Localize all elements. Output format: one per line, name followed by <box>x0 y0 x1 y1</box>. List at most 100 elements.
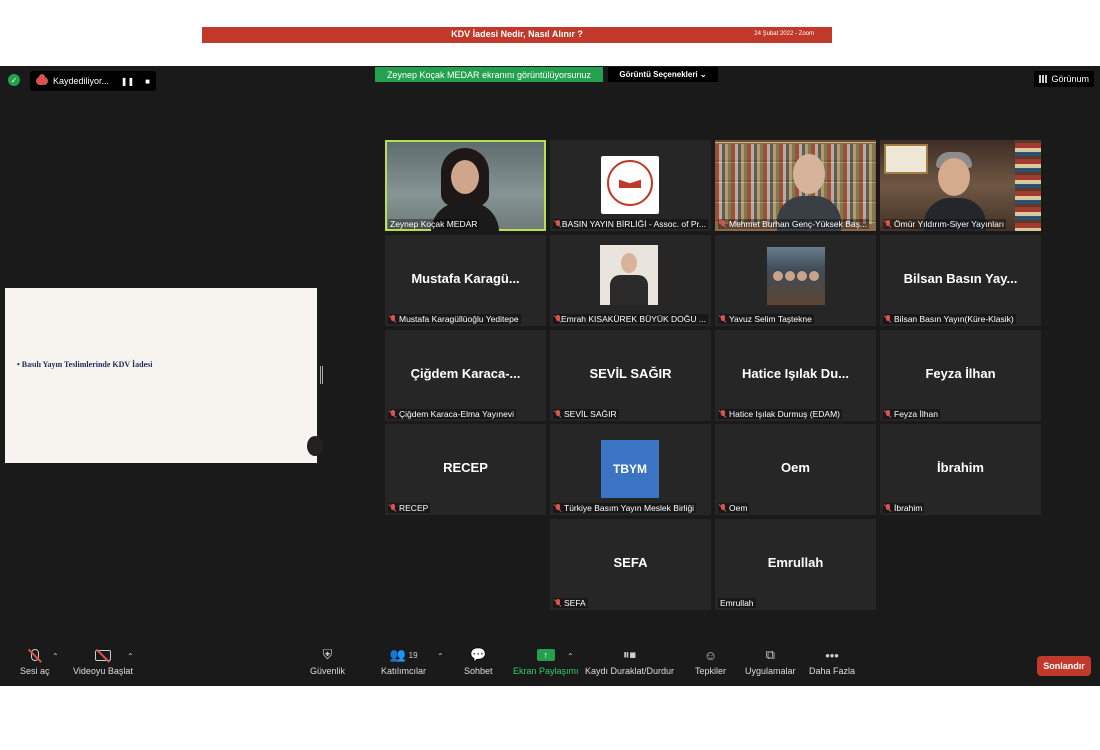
muted-mic-icon <box>720 504 726 512</box>
participant-name-text: Bilsan Basın Yayın(Küre-Klasik) <box>894 314 1014 324</box>
share-options-chevron-icon[interactable]: ⌃ <box>567 652 574 661</box>
participant-name-text: Feyza İlhan <box>894 409 938 419</box>
video-tile[interactable]: Emrah KISAKÜREK BÜYÜK DOĞU ... <box>550 235 711 326</box>
audio-options-chevron-icon[interactable]: ⌃ <box>52 652 59 661</box>
cloud-record-icon <box>36 74 48 85</box>
shield-icon: ⛨ <box>322 647 333 662</box>
view-options-button[interactable]: Görüntü Seçenekleri ⌄ <box>608 67 718 82</box>
muted-mic-icon <box>720 220 726 228</box>
basin-yayin-birligi-logo <box>601 156 659 214</box>
profile-photo <box>600 245 658 305</box>
participants-button[interactable]: 👥 19 Katılımcılar <box>381 646 426 676</box>
participant-name: Hatice Işılak Durmuş (EDAM) <box>718 409 842 419</box>
video-tile[interactable]: TBYM Türkiye Basım Yayın Meslek Birliği <box>550 424 711 515</box>
banner-date: 24 Şubat 2022 - Zoom <box>754 31 814 37</box>
slide-cursor <box>307 436 323 456</box>
participant-name-text: RECEP <box>399 503 429 513</box>
share-screen-button[interactable]: ↑ Ekran Paylaşımı <box>513 646 579 676</box>
security-label: Güvenlik <box>310 666 346 676</box>
video-tile[interactable]: Çiğdem Karaca-... Çiğdem Karaca-Elma Yay… <box>385 330 546 421</box>
video-tile[interactable]: RECEP RECEP <box>385 424 546 515</box>
video-tile[interactable]: SEVİL SAĞIR SEVİL SAĞIR <box>550 330 711 421</box>
participant-name-text: Çiğdem Karaca-Elma Yayınevi <box>399 409 514 419</box>
video-tile[interactable]: Oem Oem <box>715 424 876 515</box>
security-button[interactable]: ⛨ Güvenlik <box>310 646 345 676</box>
participant-name-text: Emrullah <box>720 598 754 608</box>
participant-name-text: SEFA <box>564 598 586 608</box>
video-tile[interactable]: Bilsan Basın Yay... Bilsan Basın Yayın(K… <box>880 235 1041 326</box>
apps-button[interactable]: ⧉ Uygulamalar <box>745 646 796 676</box>
muted-mic-icon <box>555 315 560 323</box>
participant-name: Mustafa Karagüllüoğlu Yeditepe <box>388 314 521 324</box>
security-shield-icon[interactable]: ✓ <box>8 74 20 86</box>
muted-mic-icon <box>885 410 891 418</box>
participant-name-text: Emrah KISAKÜREK BÜYÜK DOĞU ... <box>560 314 706 324</box>
participant-name: Bilsan Basın Yayın(Küre-Klasik) <box>883 314 1016 324</box>
stop-recording-icon[interactable]: ■ <box>145 77 150 86</box>
video-tile[interactable]: Ömür Yıldırım-Siyer Yayınları <box>880 140 1041 231</box>
participant-display-name: Mustafa Karagü... <box>411 271 520 286</box>
video-tile[interactable]: İbrahim İbrahim <box>880 424 1041 515</box>
chat-button[interactable]: 💬 Sohbet <box>464 646 493 676</box>
shared-screen: • Basılı Yayın Teslimlerinde KDV İadesi <box>5 288 323 463</box>
grid-icon <box>1039 75 1048 83</box>
unmute-button[interactable]: Sesi aç <box>20 646 50 676</box>
pause-recording-icon[interactable]: ❚❚ <box>121 77 134 86</box>
recording-label: Kaydediliyor... <box>53 76 110 86</box>
participant-name: RECEP <box>388 503 431 513</box>
reactions-button[interactable]: ☺ Tepkiler <box>695 646 726 677</box>
muted-mic-icon <box>555 599 561 607</box>
participant-count: 19 <box>408 650 418 660</box>
video-tile[interactable]: Feyza İlhan Feyza İlhan <box>880 330 1041 421</box>
start-video-label: Videoyu Başlat <box>73 666 133 676</box>
smiley-icon: ☺ <box>703 647 718 663</box>
participant-name: BASIN YAYIN BİRLİĞİ - Assoc. of Pr... <box>553 219 708 229</box>
participant-name: İbrahim <box>883 503 925 513</box>
muted-mic-icon <box>885 315 891 323</box>
video-tile[interactable]: Emrullah Emrullah <box>715 519 876 610</box>
participant-display-name: İbrahim <box>937 460 984 475</box>
muted-mic-icon <box>885 504 891 512</box>
end-meeting-button[interactable]: Sonlandır <box>1037 656 1091 676</box>
share-screen-icon: ↑ <box>536 649 555 661</box>
participant-name: SEFA <box>553 598 588 608</box>
participant-display-name: Feyza İlhan <box>925 366 996 381</box>
pause-stop-recording-button[interactable]: ⏸⏹ Kaydı Duraklat/Durdur <box>585 646 674 676</box>
view-layout-button[interactable]: Görünum <box>1034 71 1094 87</box>
video-tile[interactable]: Mustafa Karagü... Mustafa Karagüllüoğlu … <box>385 235 546 326</box>
video-tile[interactable]: Mehmet Burhan Genç-Yüksek Baş... <box>715 140 876 231</box>
participant-name: Türkiye Basım Yayın Meslek Birliği <box>553 503 697 513</box>
more-label: Daha Fazla <box>809 666 856 676</box>
pause-stop-recording-label: Kaydı Duraklat/Durdur <box>585 666 675 676</box>
webinar-title-banner: KDV İadesi Nedir, Nasıl Alınır ? 24 Şuba… <box>202 27 832 43</box>
video-tile[interactable]: Yavuz Selim Taştekne <box>715 235 876 326</box>
participant-name-text: Türkiye Basım Yayın Meslek Birliği <box>564 503 695 513</box>
chat-bubble-icon: 💬 <box>470 647 487 662</box>
participant-display-name: RECEP <box>443 460 488 475</box>
video-options-chevron-icon[interactable]: ⌃ <box>127 652 134 661</box>
video-tile[interactable]: BASIN YAYIN BİRLİĞİ - Assoc. of Pr... <box>550 140 711 231</box>
unmute-label: Sesi aç <box>20 666 50 676</box>
view-layout-label: Görünum <box>1051 74 1089 84</box>
chat-label: Sohbet <box>464 666 493 676</box>
muted-mic-icon <box>720 315 726 323</box>
video-tile[interactable]: SEFA SEFA <box>550 519 711 610</box>
apps-label: Uygulamalar <box>745 666 796 676</box>
participant-name-text: Ömür Yıldırım-Siyer Yayınları <box>894 219 1005 229</box>
slide-bullet: • Basılı Yayın Teslimlerinde KDV İadesi <box>17 360 153 369</box>
participant-display-name: Emrullah <box>767 555 824 570</box>
participant-name: Oem <box>718 503 750 513</box>
participant-face <box>938 158 970 196</box>
participants-icon: 👥 <box>389 647 406 662</box>
muted-mic-icon <box>390 410 396 418</box>
participant-name: Zeynep Koçak MEDAR <box>388 219 480 229</box>
participants-chevron-icon[interactable]: ⌃ <box>437 652 444 661</box>
video-tile[interactable]: Hatice Işılak Du... Hatice Işılak Durmuş… <box>715 330 876 421</box>
participant-display-name: SEVİL SAĞIR <box>589 366 672 381</box>
more-button[interactable]: ••• Daha Fazla <box>809 646 856 677</box>
video-tile[interactable]: Zeynep Koçak MEDAR <box>385 140 546 231</box>
apps-icon: ⧉ <box>765 647 775 662</box>
start-video-button[interactable]: Videoyu Başlat <box>73 646 133 676</box>
logo-text: TBYM <box>613 462 647 476</box>
panel-resize-handle[interactable] <box>320 366 323 384</box>
